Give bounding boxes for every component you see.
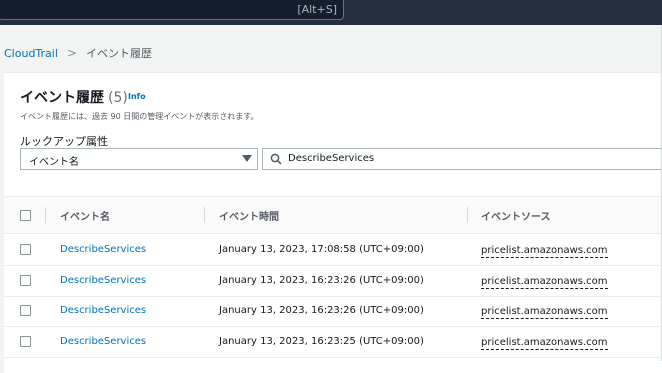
global-search-box[interactable]: [Alt+S] [0, 0, 344, 20]
event-name-link[interactable]: DescribeServices [60, 305, 146, 316]
page-title-text: イベント履歴 [20, 90, 104, 106]
breadcrumb-separator-icon: > [66, 46, 77, 60]
row-checkbox[interactable] [20, 305, 31, 316]
table-row[interactable]: DescribeServices January 13, 2023, 16:23… [4, 266, 662, 297]
column-separator [467, 207, 468, 223]
event-time: January 13, 2023, 16:23:25 (UTC+09:00) [219, 336, 424, 347]
page-title: イベント履歴 (5) [20, 87, 128, 107]
select-all-checkbox[interactable] [20, 210, 31, 221]
caret-down-icon [242, 155, 252, 162]
event-time: January 13, 2023, 16:23:26 (UTC+09:00) [219, 275, 424, 286]
top-nav-bar: [Alt+S] [0, 0, 662, 25]
lookup-value-search[interactable] [262, 148, 662, 170]
column-header-event-time[interactable]: イベント時間 [219, 208, 279, 223]
event-time: January 13, 2023, 16:23:26 (UTC+09:00) [219, 305, 424, 316]
event-source[interactable]: pricelist.amazonaws.com [481, 336, 608, 350]
row-checkbox[interactable] [20, 275, 31, 286]
row-checkbox[interactable] [20, 336, 31, 347]
column-separator [204, 207, 205, 223]
event-count: (5) [108, 90, 128, 106]
event-name-link[interactable]: DescribeServices [60, 244, 146, 255]
event-name-link[interactable]: DescribeServices [60, 275, 146, 286]
event-history-panel: イベント履歴 (5) Info イベント履歴には、過去 90 日間の管理イベントが… [4, 72, 662, 373]
event-name-link[interactable]: DescribeServices [60, 336, 146, 347]
lookup-attribute-select[interactable]: イベント名 [20, 148, 258, 170]
lookup-attribute-value: イベント名 [29, 157, 79, 168]
event-source[interactable]: pricelist.amazonaws.com [481, 305, 608, 319]
table-row[interactable]: DescribeServices January 13, 2023, 16:23… [4, 296, 662, 327]
breadcrumb-current: イベント履歴 [85, 47, 152, 60]
table-row[interactable]: DescribeServices January 13, 2023, 17:08… [4, 235, 662, 266]
panel-description: イベント履歴には、過去 90 日間の管理イベントが表示されます。 [20, 112, 259, 121]
search-input[interactable] [288, 153, 588, 164]
breadcrumb-cloudtrail[interactable]: CloudTrail [4, 47, 58, 60]
lookup-attribute-label: ルックアップ属性 [20, 135, 108, 148]
event-source[interactable]: pricelist.amazonaws.com [481, 275, 608, 289]
column-header-event-source[interactable]: イベントソース [481, 208, 551, 223]
table-row[interactable]: DescribeServices January 13, 2023, 16:23… [4, 327, 662, 358]
row-checkbox[interactable] [20, 244, 31, 255]
column-header-event-name[interactable]: イベント名 [60, 208, 110, 223]
breadcrumb: CloudTrail > イベント履歴 [4, 45, 152, 61]
event-time: January 13, 2023, 17:08:58 (UTC+09:00) [219, 244, 424, 255]
column-separator [45, 207, 46, 223]
search-shortcut-hint: [Alt+S] [297, 3, 337, 16]
event-source[interactable]: pricelist.amazonaws.com [481, 244, 608, 258]
table-header: イベント名 イベント時間 イベントソース [4, 197, 662, 234]
search-icon [270, 153, 282, 165]
info-link[interactable]: Info [128, 92, 146, 101]
